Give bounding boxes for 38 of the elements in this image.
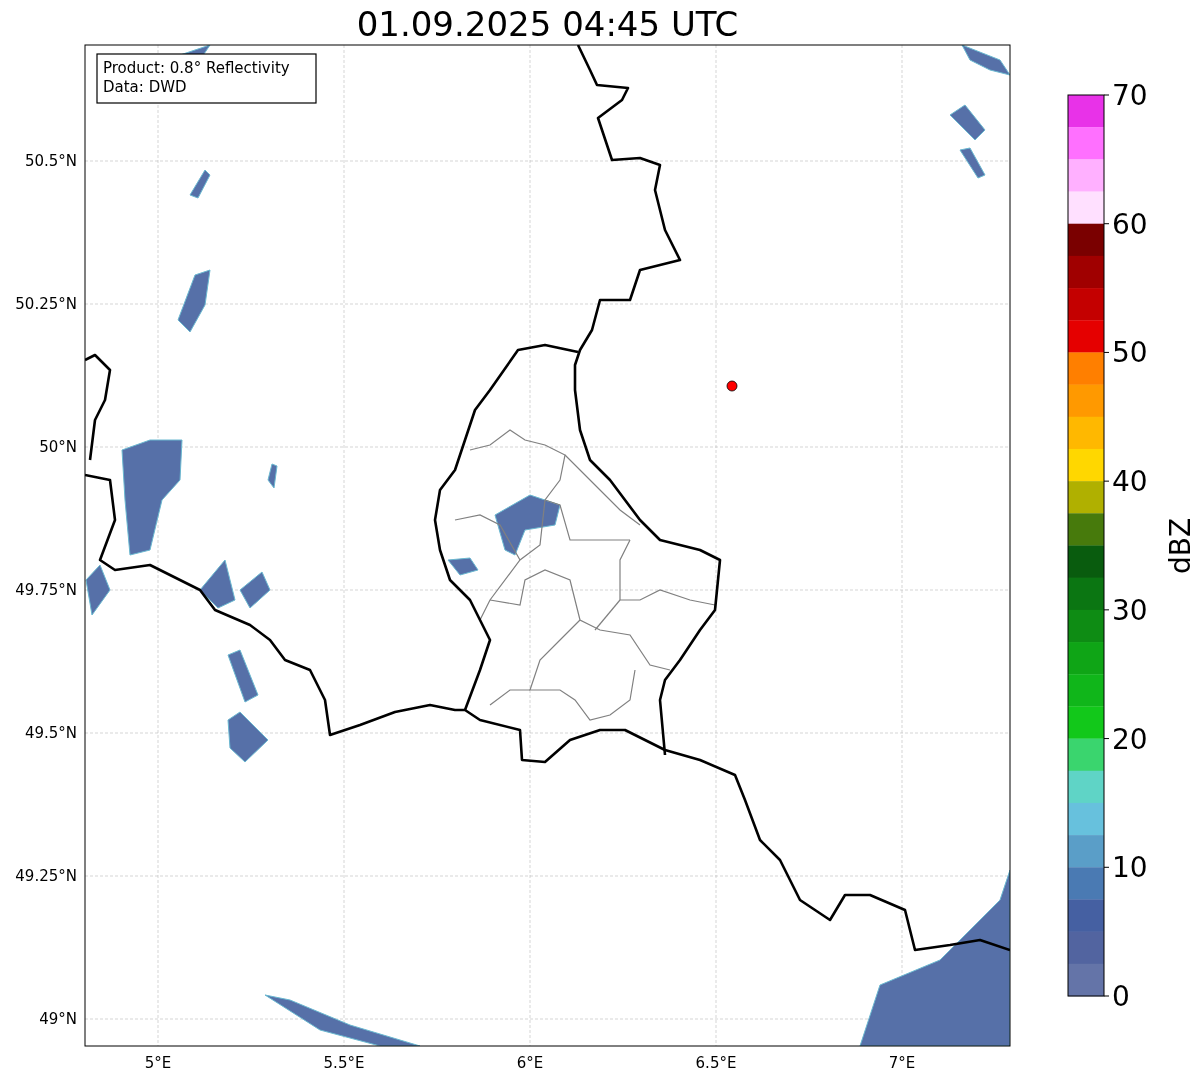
- colorbar-tick-label: 0: [1112, 980, 1130, 1013]
- latitude-label: 49.5°N: [24, 724, 77, 742]
- radar-echo: [494, 494, 561, 556]
- radar-echo: [961, 45, 1010, 76]
- longitude-label: 6.5°E: [695, 1054, 737, 1072]
- radar-echo: [447, 557, 479, 576]
- info-text: Product: 0.8° Reflectivity: [103, 59, 290, 77]
- radar-echo: [227, 711, 269, 763]
- map-title: 01.09.2025 04:45 UTC: [356, 4, 739, 44]
- latitude-label: 50°N: [39, 438, 77, 456]
- radar-echo: [959, 147, 986, 179]
- latitude-label: 49.25°N: [15, 867, 77, 885]
- radar-echo: [199, 559, 236, 609]
- latitude-label: 50.25°N: [15, 295, 77, 313]
- colorbar-tick-label: 20: [1112, 722, 1148, 756]
- radar-echo: [189, 169, 211, 199]
- colorbar-tick-label: 10: [1112, 851, 1148, 885]
- colorbar-tick-label: 50: [1112, 336, 1148, 370]
- colorbar-label: dBZ: [1164, 517, 1197, 575]
- radar-echo: [227, 649, 259, 703]
- radar-echo: [85, 564, 111, 616]
- latitude-label: 49°N: [39, 1010, 77, 1028]
- longitude-label: 7°E: [888, 1054, 916, 1072]
- longitude-label: 6°E: [516, 1054, 544, 1072]
- latitude-label: 50.5°N: [24, 152, 77, 170]
- radar-echo: [949, 104, 986, 141]
- colorbar-tick-label: 30: [1112, 593, 1148, 627]
- colorbar-tick-label: 60: [1112, 207, 1148, 241]
- radar-echo: [267, 463, 278, 489]
- longitude-label: 5.5°E: [323, 1054, 365, 1072]
- colorbar-tick-label: 40: [1112, 465, 1148, 499]
- radar-echo: [239, 571, 271, 609]
- longitude-label: 5°E: [144, 1054, 172, 1072]
- latitude-label: 49.75°N: [15, 581, 77, 599]
- colorbar-tick-label: 70: [1112, 79, 1148, 112]
- info-text: Data: DWD: [103, 78, 187, 96]
- radar-site-marker: [726, 380, 738, 392]
- radar-echo: [177, 269, 211, 333]
